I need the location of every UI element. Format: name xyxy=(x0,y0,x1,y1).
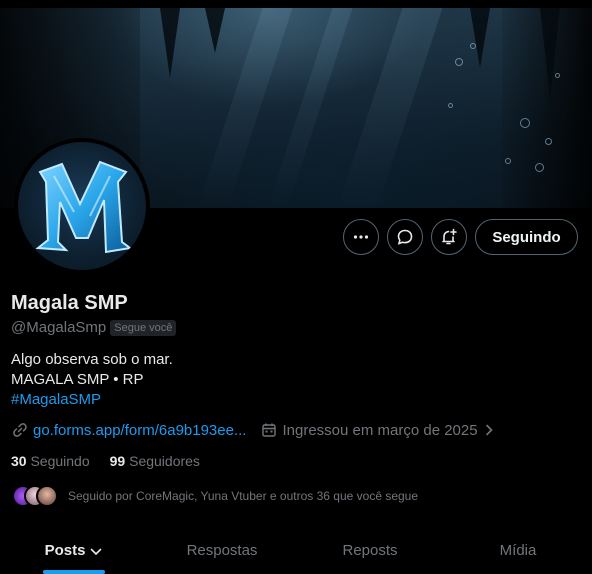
chevron-right-icon[interactable] xyxy=(480,421,498,439)
more-button[interactable] xyxy=(343,219,379,255)
bio-line: Algo observa sob o mar. xyxy=(11,351,173,368)
calendar-icon xyxy=(260,421,278,439)
tab-posts[interactable]: Posts xyxy=(0,530,148,574)
tab-media[interactable]: Mídia xyxy=(444,530,592,574)
joined-date: Ingressou em março de 2025 xyxy=(282,421,478,439)
profile-link[interactable]: go.forms.app/form/6a9b193ee... xyxy=(33,422,246,439)
magala-logo-icon xyxy=(35,160,133,254)
bell-plus-icon xyxy=(442,228,457,245)
link-icon xyxy=(11,421,29,439)
handle: @MagalaSmp xyxy=(11,319,107,336)
hashtag-link[interactable]: #MagalaSMP xyxy=(11,390,173,410)
bio: Algo observa sob o mar. MAGALA SMP • RP … xyxy=(11,350,173,410)
following-button[interactable]: Seguindo xyxy=(475,219,578,255)
profile-meta: go.forms.app/form/6a9b193ee... Ingressou… xyxy=(11,421,502,439)
display-name: Magala SMP xyxy=(11,292,128,314)
message-icon xyxy=(397,229,413,245)
handle-row: @MagalaSmp Segue você xyxy=(11,319,177,336)
followed-by-text: Seguido por CoreMagic, Yuna Vtuber e out… xyxy=(68,489,419,503)
profile-tabs: Posts Respostas Reposts Mídia xyxy=(0,530,592,574)
followers-count-link[interactable]: 99 Seguidores xyxy=(110,453,200,469)
tab-replies[interactable]: Respostas xyxy=(148,530,296,574)
follow-counts: 30 Seguindo 99 Seguidores xyxy=(11,453,200,469)
bio-line: MAGALA SMP • RP xyxy=(11,371,144,388)
avatar xyxy=(36,485,58,507)
following-count-link[interactable]: 30 Seguindo xyxy=(11,453,90,469)
message-button[interactable] xyxy=(387,219,423,255)
followed-by-row[interactable]: Seguido por CoreMagic, Yuna Vtuber e out… xyxy=(12,485,418,507)
more-icon xyxy=(353,235,369,239)
active-tab-indicator xyxy=(43,570,105,574)
notify-button[interactable] xyxy=(431,219,467,255)
chevron-down-icon xyxy=(91,548,102,556)
tab-reposts[interactable]: Reposts xyxy=(296,530,444,574)
avatar[interactable] xyxy=(14,138,150,274)
follows-you-badge: Segue você xyxy=(110,319,177,336)
